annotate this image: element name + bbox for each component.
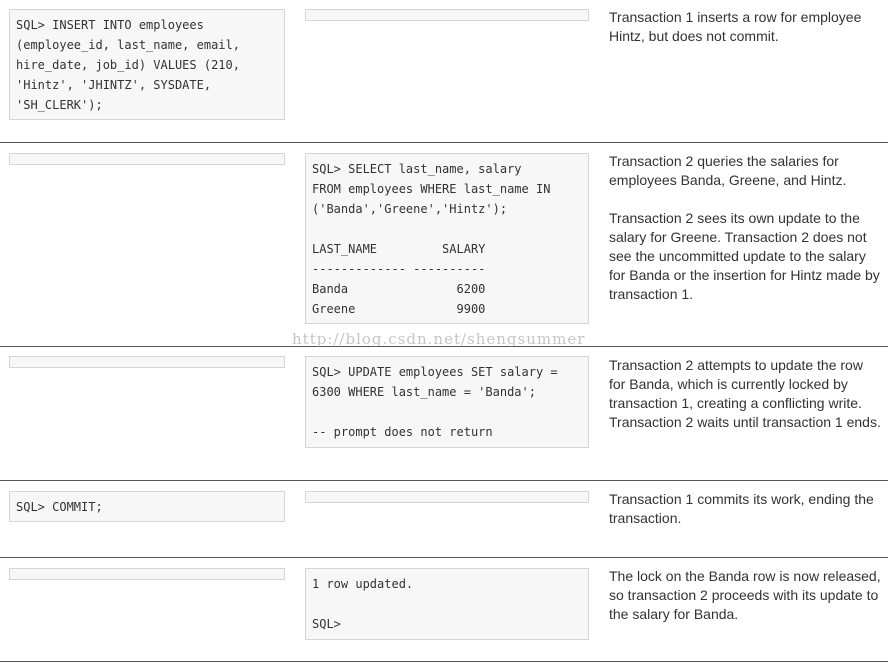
session2-code-block: SQL> UPDATE employees SET salary = 6300 … bbox=[305, 356, 589, 448]
row-description: Transaction 1 inserts a row for employee… bbox=[609, 8, 881, 46]
session1-empty-block bbox=[9, 153, 285, 165]
description-text: Transaction 2 queries the salaries for e… bbox=[609, 153, 847, 188]
session1-code-block: SQL> INSERT INTO employees (employee_id,… bbox=[9, 9, 285, 120]
session1-code-block: SQL> COMMIT; bbox=[9, 491, 285, 522]
description-text: Transaction 1 inserts a row for employee… bbox=[609, 9, 862, 44]
description-text: Transaction 2 attempts to update the row… bbox=[609, 357, 881, 430]
row-description: Transaction 2 attempts to update the row… bbox=[609, 356, 881, 432]
session2-code-block: 1 row updated. SQL> bbox=[305, 568, 589, 640]
table-row: SQL> INSERT INTO employees (employee_id,… bbox=[0, 0, 888, 142]
description-text: The lock on the Banda row is now release… bbox=[609, 568, 881, 622]
session2-empty-block bbox=[305, 491, 589, 503]
session2-empty-block bbox=[305, 9, 589, 21]
table-row: 1 row updated. SQL> The lock on the Band… bbox=[0, 557, 888, 662]
description-text: Transaction 1 commits its work, ending t… bbox=[609, 491, 874, 526]
watermark-text: http://blog.csdn.net/shengsummer bbox=[292, 330, 586, 348]
table-row: SQL> COMMIT; Transaction 1 commits its w… bbox=[0, 480, 888, 558]
session2-code-block: SQL> SELECT last_name, salary FROM emplo… bbox=[305, 153, 589, 324]
session1-empty-block bbox=[9, 568, 285, 580]
row-description: Transaction 2 queries the salaries for e… bbox=[609, 152, 881, 304]
session1-empty-block bbox=[9, 356, 285, 368]
table-row: SQL> SELECT last_name, salary FROM emplo… bbox=[0, 142, 888, 347]
description-text: Transaction 2 sees its own update to the… bbox=[609, 210, 880, 302]
row-description: Transaction 1 commits its work, ending t… bbox=[609, 490, 881, 528]
table-row: SQL> UPDATE employees SET salary = 6300 … bbox=[0, 346, 888, 481]
row-description: The lock on the Banda row is now release… bbox=[609, 567, 881, 624]
